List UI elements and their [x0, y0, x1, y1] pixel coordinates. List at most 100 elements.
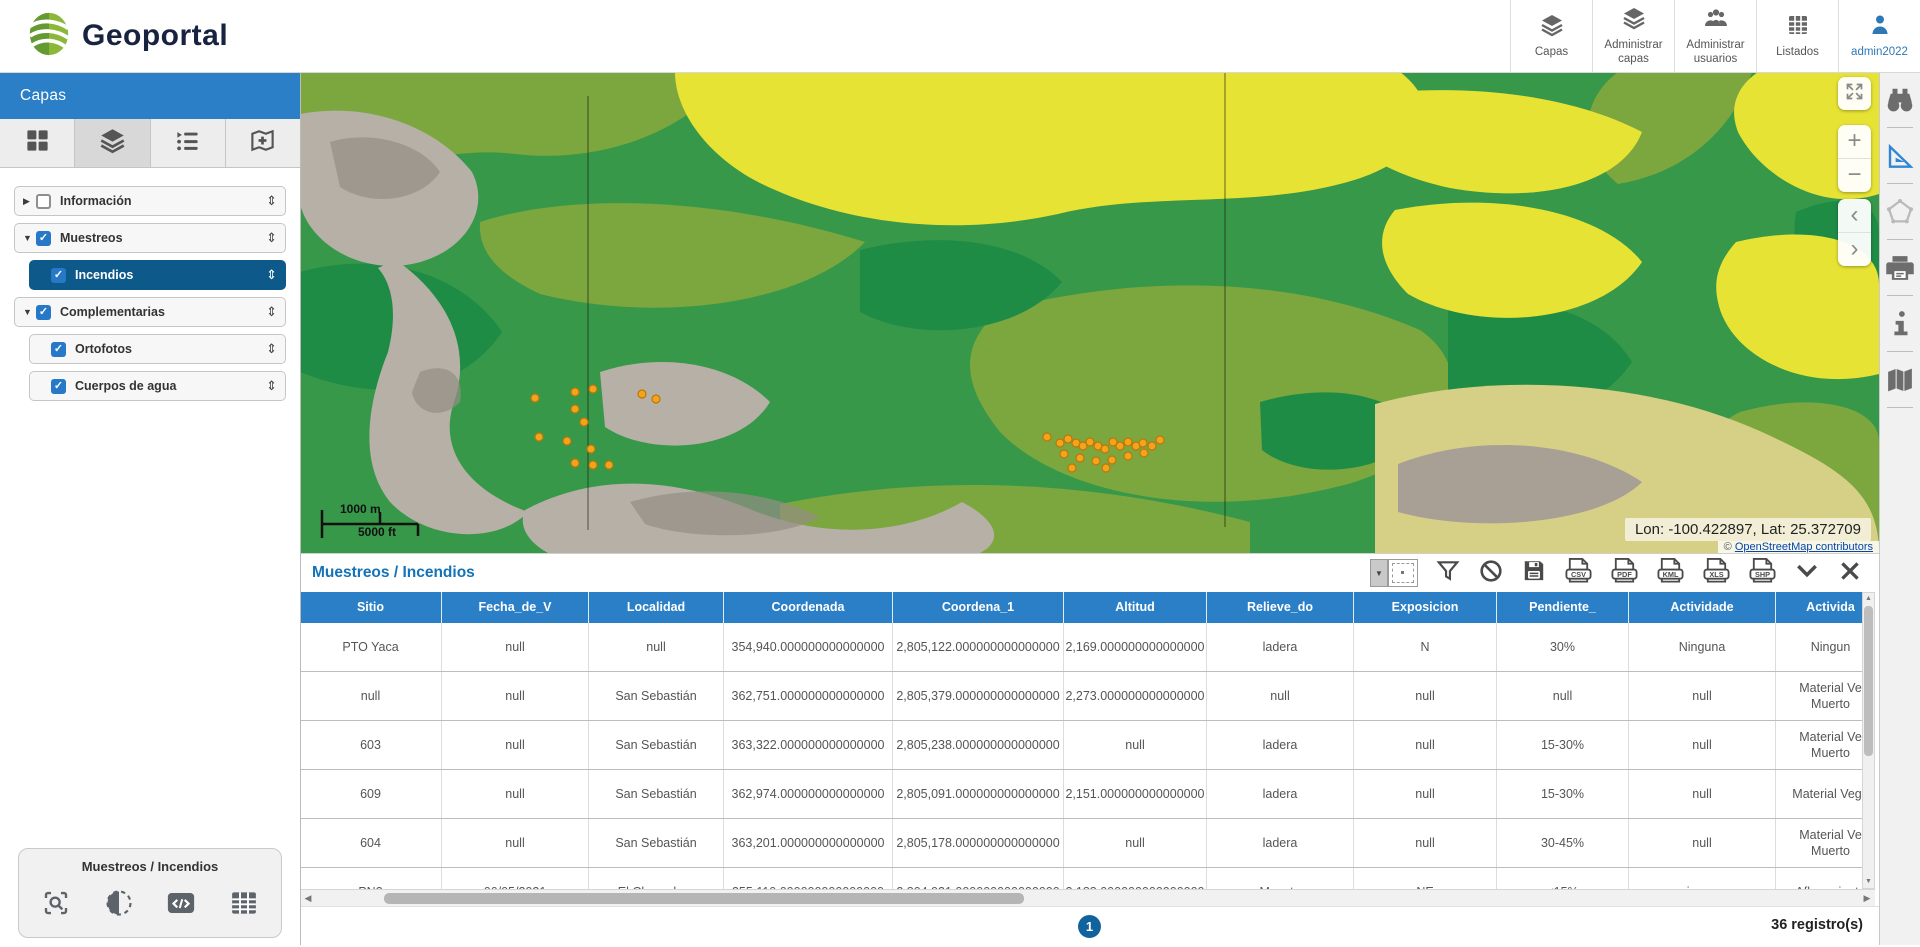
- basemap-tool-button[interactable]: [1885, 365, 1915, 395]
- cell: PN3: [300, 868, 442, 889]
- nav-listados-button[interactable]: Listados: [1756, 0, 1838, 72]
- column-header-9[interactable]: Actividade: [1629, 592, 1776, 623]
- layer-opacity-button[interactable]: [104, 888, 134, 918]
- save-button[interactable]: [1521, 558, 1547, 589]
- layer-checkbox-informacion[interactable]: [36, 194, 51, 209]
- export-pdf-button[interactable]: PDF: [1610, 557, 1639, 589]
- column-header-5[interactable]: Altitud: [1064, 592, 1207, 623]
- layer-reorder-handle[interactable]: ⇕: [266, 341, 277, 357]
- column-header-1[interactable]: Fecha_de_V: [442, 592, 589, 623]
- cell: PTO Yaca: [300, 623, 442, 671]
- sidebar-tab-legend[interactable]: [151, 119, 226, 167]
- column-header-2[interactable]: Localidad: [589, 592, 724, 623]
- caret-down-icon[interactable]: ▼: [23, 307, 36, 317]
- selection-mode-button[interactable]: ▼: [1370, 559, 1418, 587]
- active-layer-panel: Muestreos / Incendios: [18, 848, 282, 938]
- caret-down-icon[interactable]: ▼: [23, 233, 36, 243]
- clear-selection-button[interactable]: [1478, 558, 1504, 589]
- sidebar-tab-add-layer[interactable]: [226, 119, 300, 167]
- column-header-0[interactable]: Sitio: [300, 592, 442, 623]
- column-header-4[interactable]: Coordena_1: [893, 592, 1064, 623]
- layers-icon: [1540, 13, 1564, 42]
- previous-view-button[interactable]: ‹: [1838, 199, 1871, 232]
- table-row[interactable]: 603nullSan Sebastián363,322.000000000000…: [300, 721, 1862, 770]
- filter-button[interactable]: [1435, 558, 1461, 589]
- table-row[interactable]: nullnullSan Sebastián362,751.00000000000…: [300, 672, 1862, 721]
- layer-item-complementarias[interactable]: ▼✓Complementarias⇕: [14, 297, 286, 327]
- tableic-icon: [1786, 13, 1810, 42]
- vertical-scroll-thumb[interactable]: [1864, 606, 1873, 756]
- osm-attribution-link[interactable]: OpenStreetMap contributors: [1735, 541, 1873, 553]
- layer-checkbox-cuerpos-de-agua[interactable]: ✓: [51, 379, 66, 394]
- nav-capas-button[interactable]: Capas: [1510, 0, 1592, 72]
- export-csv-button[interactable]: CSV: [1564, 557, 1593, 589]
- info-tool-button[interactable]: [1885, 309, 1915, 339]
- cell: null: [442, 770, 589, 818]
- ruler-icon: [1885, 158, 1915, 175]
- horizontal-scroll-thumb[interactable]: [384, 893, 1024, 904]
- table-row[interactable]: 609nullSan Sebastián362,974.000000000000…: [300, 770, 1862, 819]
- scroll-right-arrow[interactable]: ▶: [1859, 893, 1875, 904]
- table-row[interactable]: PN306/05/2021El Chupadero355,110.0000000…: [300, 868, 1862, 889]
- nav-administrar-capas-button[interactable]: Administrar capas: [1592, 0, 1674, 72]
- cell: 2,151.000000000000000: [1064, 770, 1207, 818]
- measure-tool-button[interactable]: [1885, 141, 1915, 171]
- scroll-up-arrow[interactable]: ▲: [1863, 593, 1874, 605]
- scroll-down-arrow[interactable]: ▼: [1863, 876, 1874, 888]
- attribute-table-button[interactable]: [229, 888, 259, 918]
- column-header-10[interactable]: Activida: [1776, 592, 1862, 623]
- cell: null: [1629, 672, 1776, 720]
- layer-reorder-handle[interactable]: ⇕: [266, 230, 277, 246]
- draw-polygon-tool-button[interactable]: [1885, 197, 1915, 227]
- layer-item-ortofotos[interactable]: ✓Ortofotos⇕: [29, 334, 286, 364]
- nav-label: Administrar usuarios: [1675, 39, 1756, 65]
- sidebar-tab-layers-view[interactable]: [75, 119, 150, 167]
- fullscreen-button[interactable]: [1838, 77, 1871, 110]
- nav-admin-user-button[interactable]: admin2022: [1838, 0, 1920, 72]
- nav-label: Capas: [1531, 46, 1572, 59]
- table-row[interactable]: 604nullSan Sebastián363,201.000000000000…: [300, 819, 1862, 868]
- next-view-button[interactable]: ›: [1838, 232, 1871, 266]
- layer-checkbox-ortofotos[interactable]: ✓: [51, 342, 66, 357]
- page-1-button[interactable]: 1: [1078, 915, 1101, 938]
- column-header-3[interactable]: Coordenada: [724, 592, 893, 623]
- layer-reorder-handle[interactable]: ⇕: [266, 193, 277, 209]
- nav-administrar-usuarios-button[interactable]: Administrar usuarios: [1674, 0, 1756, 72]
- cell: null: [1207, 672, 1354, 720]
- print-tool-button[interactable]: [1885, 253, 1915, 283]
- zoom-in-button[interactable]: +: [1838, 125, 1871, 158]
- close-table-button[interactable]: [1837, 558, 1863, 589]
- table-row[interactable]: PTO Yacanullnull354,940.0000000000000002…: [300, 623, 1862, 672]
- export-kml-button[interactable]: KML: [1656, 557, 1685, 589]
- zoom-controls: + −: [1838, 125, 1871, 192]
- table-horizontal-scrollbar[interactable]: ◀ ▶: [300, 889, 1875, 907]
- export-shp-button[interactable]: SHP: [1748, 557, 1777, 589]
- zoom-to-layer-button[interactable]: [41, 888, 71, 918]
- search-tool-button[interactable]: [1885, 85, 1915, 115]
- zoom-out-button[interactable]: −: [1838, 158, 1871, 192]
- column-header-7[interactable]: Exposicion: [1354, 592, 1497, 623]
- sidebar-tab-layer-groups[interactable]: [0, 119, 75, 167]
- caret-right-icon[interactable]: ▶: [23, 196, 36, 207]
- embed-code-button[interactable]: [166, 888, 196, 918]
- layer-item-cuerpos-de-agua[interactable]: ✓Cuerpos de agua⇕: [29, 371, 286, 401]
- layer-reorder-handle[interactable]: ⇕: [266, 378, 277, 394]
- layer-checkbox-complementarias[interactable]: ✓: [36, 305, 51, 320]
- layer-item-incendios[interactable]: ✓Incendios⇕: [29, 260, 286, 290]
- scroll-left-arrow[interactable]: ◀: [300, 893, 316, 904]
- selection-dropdown-icon[interactable]: ▼: [1370, 559, 1388, 587]
- cell: null: [1354, 819, 1497, 867]
- column-header-6[interactable]: Relieve_do: [1207, 592, 1354, 623]
- collapse-table-button[interactable]: [1794, 558, 1820, 589]
- table-vertical-scrollbar[interactable]: ▲ ▼: [1862, 592, 1875, 889]
- layer-reorder-handle[interactable]: ⇕: [266, 267, 277, 283]
- layer-reorder-handle[interactable]: ⇕: [266, 304, 277, 320]
- export-xls-button[interactable]: XLS: [1702, 557, 1731, 589]
- layer-checkbox-incendios[interactable]: ✓: [51, 268, 66, 283]
- map-canvas[interactable]: + − ‹ › 1000 m 5000 ft Lon: -100.422897,…: [300, 72, 1879, 553]
- svg-text:SHP: SHP: [1755, 570, 1770, 579]
- layer-item-muestreos[interactable]: ▼✓Muestreos⇕: [14, 223, 286, 253]
- layer-item-informacion[interactable]: ▶Información⇕: [14, 186, 286, 216]
- column-header-8[interactable]: Pendiente_: [1497, 592, 1629, 623]
- layer-checkbox-muestreos[interactable]: ✓: [36, 231, 51, 246]
